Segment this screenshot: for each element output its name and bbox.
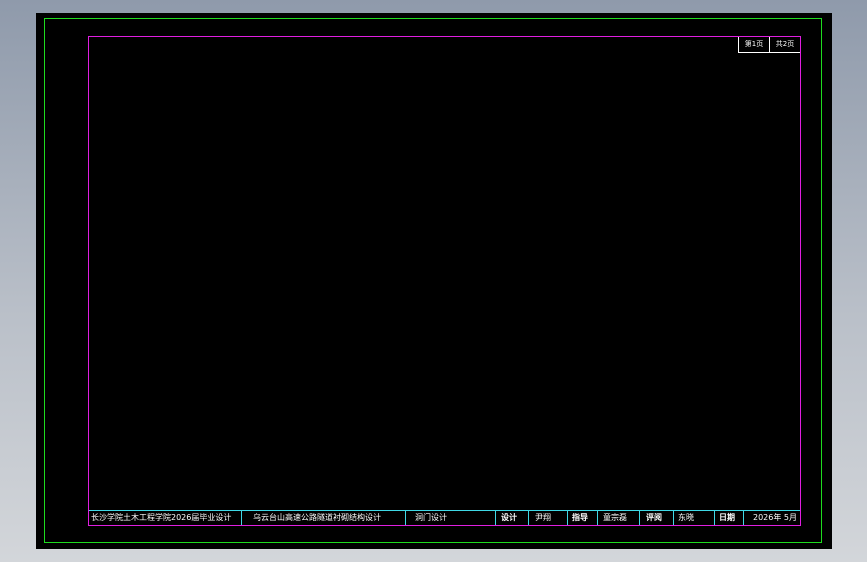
divider xyxy=(241,511,242,525)
reviewer-name: 东晓 xyxy=(678,513,694,522)
divider xyxy=(597,511,598,525)
sheet-current: 第1页 xyxy=(744,40,764,48)
drawing-canvas[interactable]: 第1页 共2页 长沙学院土木工程学院2026届毕业设计 乌云台山高速公路隧道衬砌… xyxy=(36,13,832,549)
divider xyxy=(495,511,496,525)
drawing-title: 洞门设计 xyxy=(415,513,447,522)
date-label: 日期 xyxy=(719,513,735,522)
review-label: 评阅 xyxy=(646,513,662,522)
divider xyxy=(714,511,715,525)
divider xyxy=(743,511,744,525)
divider xyxy=(528,511,529,525)
divider xyxy=(673,511,674,525)
divider xyxy=(567,511,568,525)
designer-name: 尹翔 xyxy=(535,513,551,522)
date-value: 2026年 5月 xyxy=(753,513,797,522)
school-name: 长沙学院土木工程学院2026届毕业设计 xyxy=(91,513,232,522)
advisor-label: 指导 xyxy=(572,513,588,522)
design-label: 设计 xyxy=(501,513,517,522)
sheet-number-box: 第1页 共2页 xyxy=(738,37,800,53)
project-title: 乌云台山高速公路隧道衬砌结构设计 xyxy=(253,513,381,522)
divider xyxy=(639,511,640,525)
advisor-name: 童宗磊 xyxy=(603,513,627,522)
sheet-total: 共2页 xyxy=(769,37,800,52)
title-block: 长沙学院土木工程学院2026届毕业设计 乌云台山高速公路隧道衬砌结构设计 洞门设… xyxy=(89,510,800,525)
divider xyxy=(405,511,406,525)
inner-border-frame: 第1页 共2页 长沙学院土木工程学院2026届毕业设计 乌云台山高速公路隧道衬砌… xyxy=(88,36,801,526)
